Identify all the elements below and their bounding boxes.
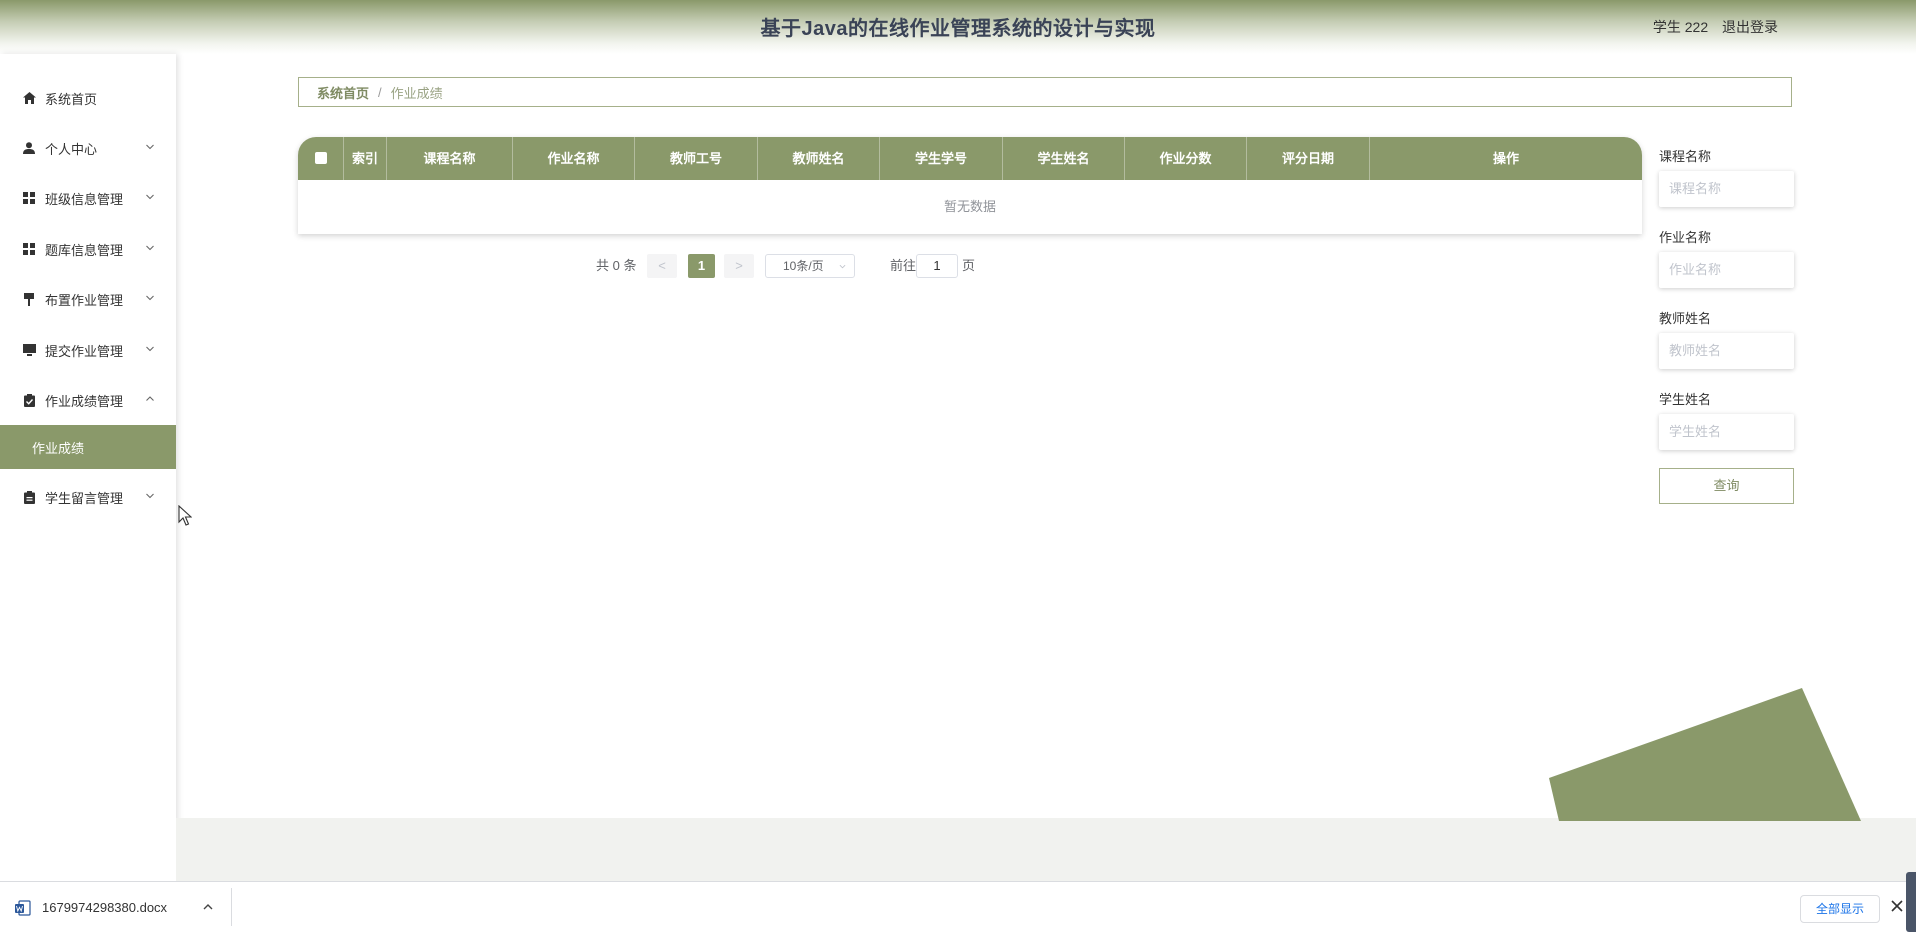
column-header: 作业名称 [513,137,635,180]
table-header: 索引 课程名称 作业名称 教师工号 教师姓名 学生学号 学生姓名 作业分数 评分… [298,137,1642,180]
column-header: 教师工号 [635,137,758,180]
divider [231,888,232,926]
goto-label: 前往 [890,258,917,273]
side-panel-handle[interactable] [1906,872,1916,932]
course-name-input[interactable]: 课程名称 [1659,171,1794,207]
page-suffix-label: 页 [962,258,976,273]
filter-label-student: 学生姓名 [1659,392,1712,407]
filter-label-teacher: 教师姓名 [1659,311,1712,326]
page-number-button[interactable]: 1 [688,254,715,278]
chevron-up-icon[interactable] [202,901,214,913]
page-size-value: 10条/页 [783,259,824,273]
column-header: 索引 [344,137,387,180]
column-header: 学生姓名 [1003,137,1125,180]
chevron-down-icon [839,264,846,269]
download-bar: 1679974298380.docx 全部显示 [0,881,1916,933]
select-all-checkbox[interactable] [298,137,344,180]
breadcrumb-separator: / [378,84,382,100]
prev-page-button[interactable]: < [647,254,677,278]
column-header: 课程名称 [387,137,513,180]
next-page-button[interactable]: > [724,254,754,278]
download-item[interactable]: 1679974298380.docx [14,882,167,933]
breadcrumb: 系统首页 / 作业成绩 [298,77,1792,107]
close-icon[interactable] [1890,899,1904,913]
pagination-total: 共 0 条 [596,258,637,273]
teacher-name-input[interactable]: 教师姓名 [1659,333,1794,369]
column-header: 作业分数 [1125,137,1247,180]
mouse-cursor-icon [178,505,192,526]
student-name-input[interactable]: 学生姓名 [1659,414,1794,450]
homework-name-input[interactable]: 作业名称 [1659,252,1794,288]
empty-table-text: 暂无数据 [943,199,996,214]
page-size-select[interactable]: 10条/页 [765,254,855,278]
column-header: 教师姓名 [758,137,880,180]
data-table: 索引 课程名称 作业名称 教师工号 教师姓名 学生学号 学生姓名 作业分数 评分… [298,137,1642,234]
search-button[interactable]: 查询 [1659,468,1794,504]
goto-page-input[interactable]: 1 [916,254,958,278]
filter-label-homework: 作业名称 [1659,230,1712,245]
column-header: 学生学号 [880,137,1003,180]
column-header: 操作 [1492,151,1519,166]
word-document-icon [15,899,31,916]
decorative-shape [1549,688,1861,821]
column-header: 评分日期 [1247,137,1370,180]
breadcrumb-current: 作业成绩 [390,85,443,101]
filter-label-course: 课程名称 [1659,149,1712,164]
breadcrumb-home[interactable]: 系统首页 [317,83,369,102]
download-file-name: 1679974298380.docx [42,900,168,915]
show-all-downloads-button[interactable]: 全部显示 [1800,895,1880,923]
